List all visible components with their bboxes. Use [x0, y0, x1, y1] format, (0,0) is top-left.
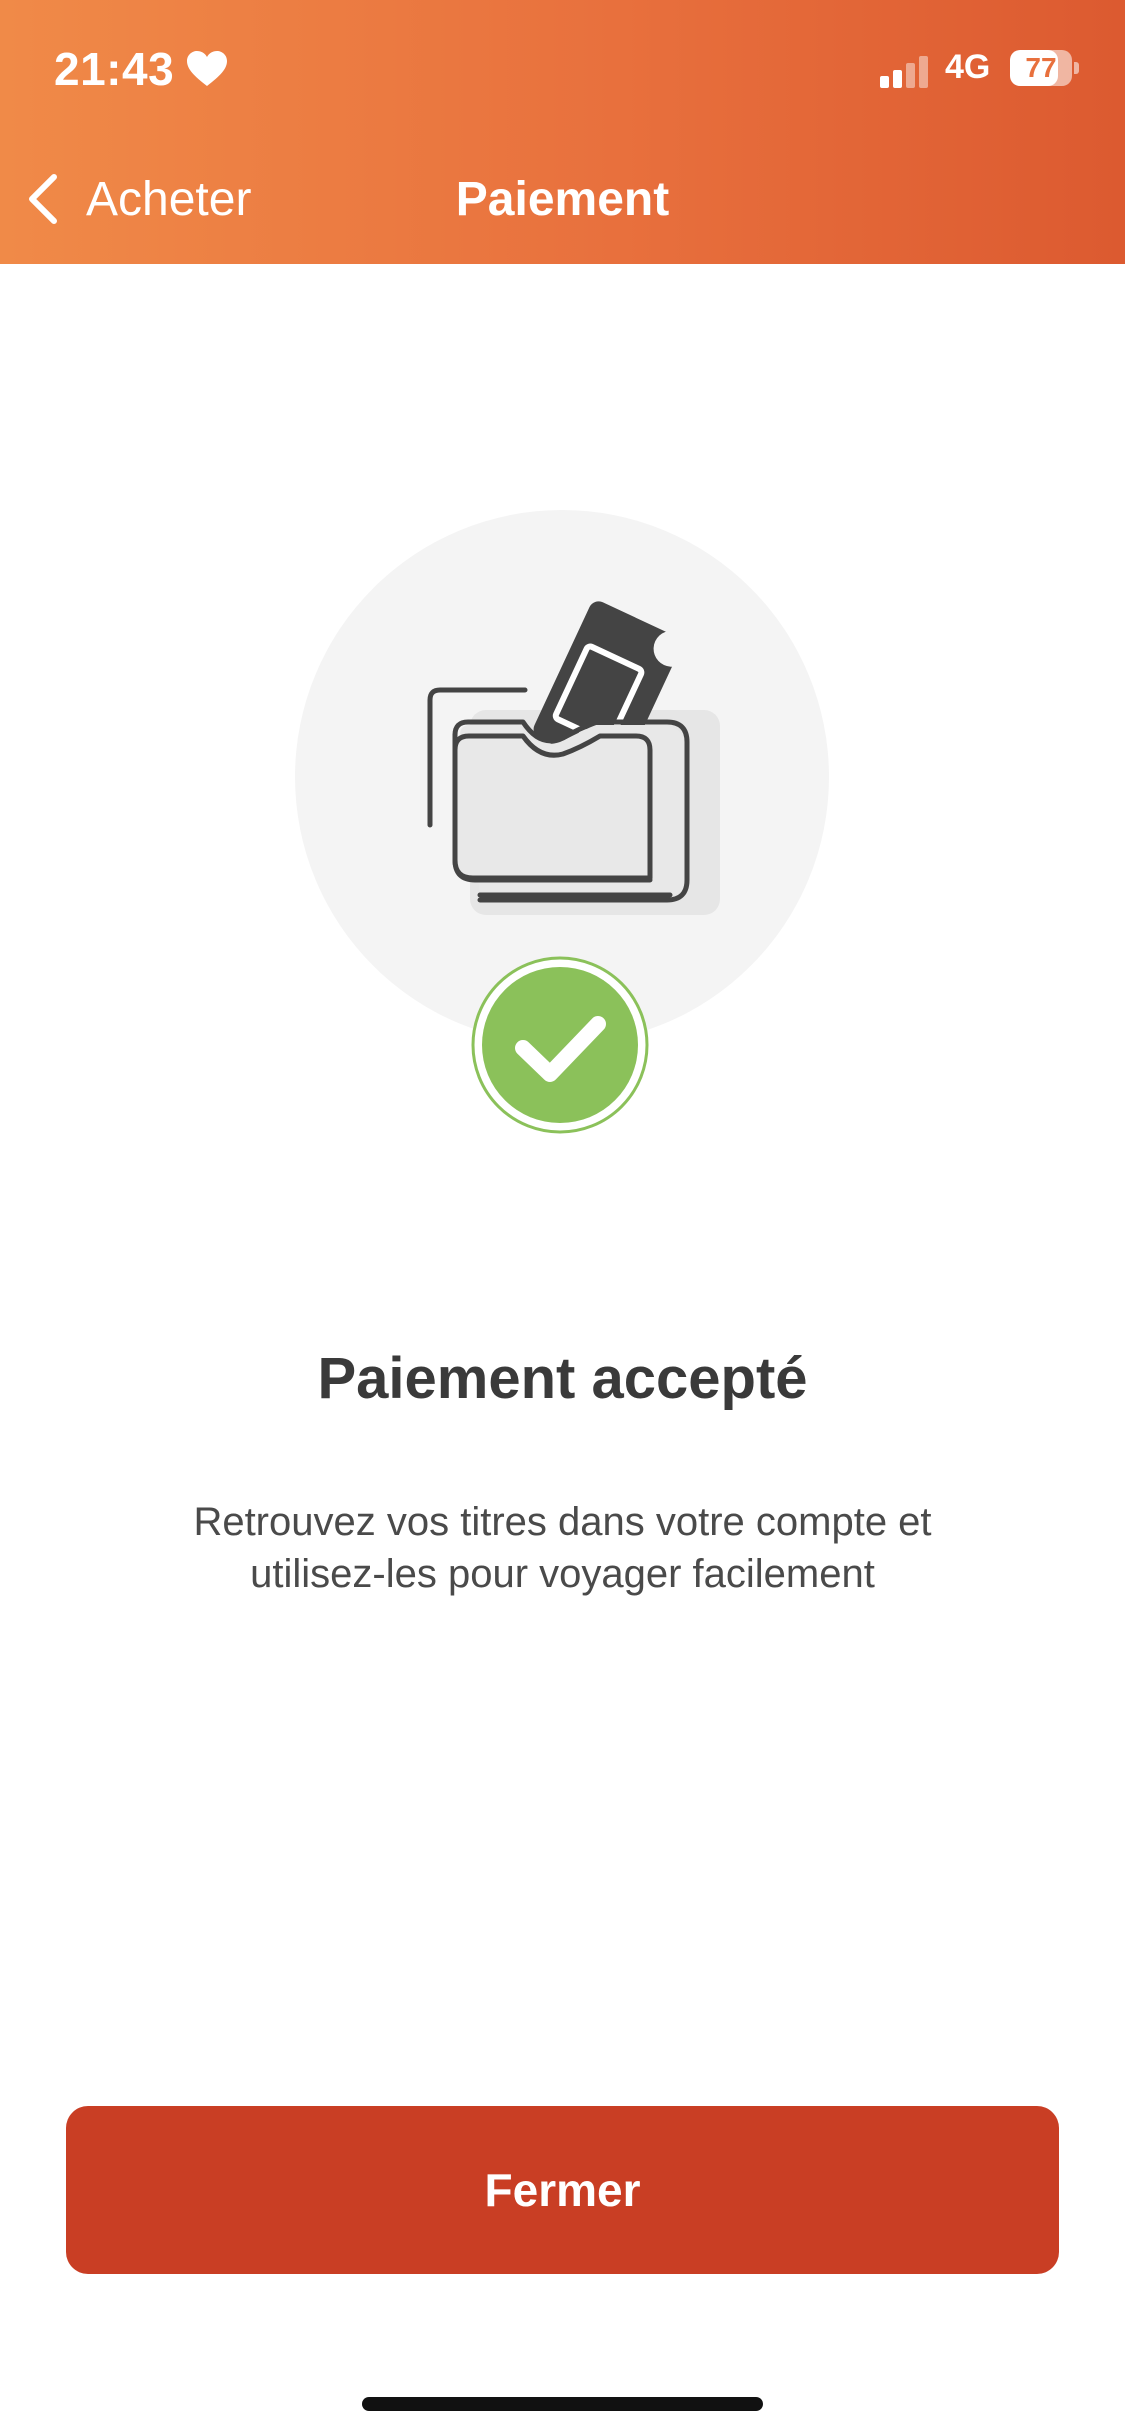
app-header: 21:43 4G 77 Acheter Paiement	[0, 0, 1125, 264]
result-message: Retrouvez vos titres dans votre compte e…	[193, 1500, 932, 1596]
battery-icon: 77	[1010, 50, 1079, 86]
chevron-left-icon	[29, 174, 57, 224]
payment-illustration	[295, 510, 829, 1134]
signal-icon	[880, 56, 928, 88]
status-bar: 21:43 4G 77	[0, 0, 1125, 140]
back-button[interactable]: Acheter	[24, 164, 251, 234]
back-button-label: Acheter	[86, 172, 252, 226]
heart-icon	[187, 51, 227, 86]
success-check-icon	[471, 956, 649, 1134]
network-type: 4G	[945, 48, 991, 86]
close-button[interactable]: Fermer	[66, 2106, 1059, 2274]
battery-cap	[1074, 62, 1079, 74]
home-indicator[interactable]	[362, 2397, 763, 2411]
status-time: 21:43	[54, 43, 175, 95]
result-title: Paiement accepté	[317, 1346, 808, 1411]
navigation-bar: Acheter Paiement	[0, 150, 1125, 246]
battery-level: 77	[1025, 52, 1057, 83]
